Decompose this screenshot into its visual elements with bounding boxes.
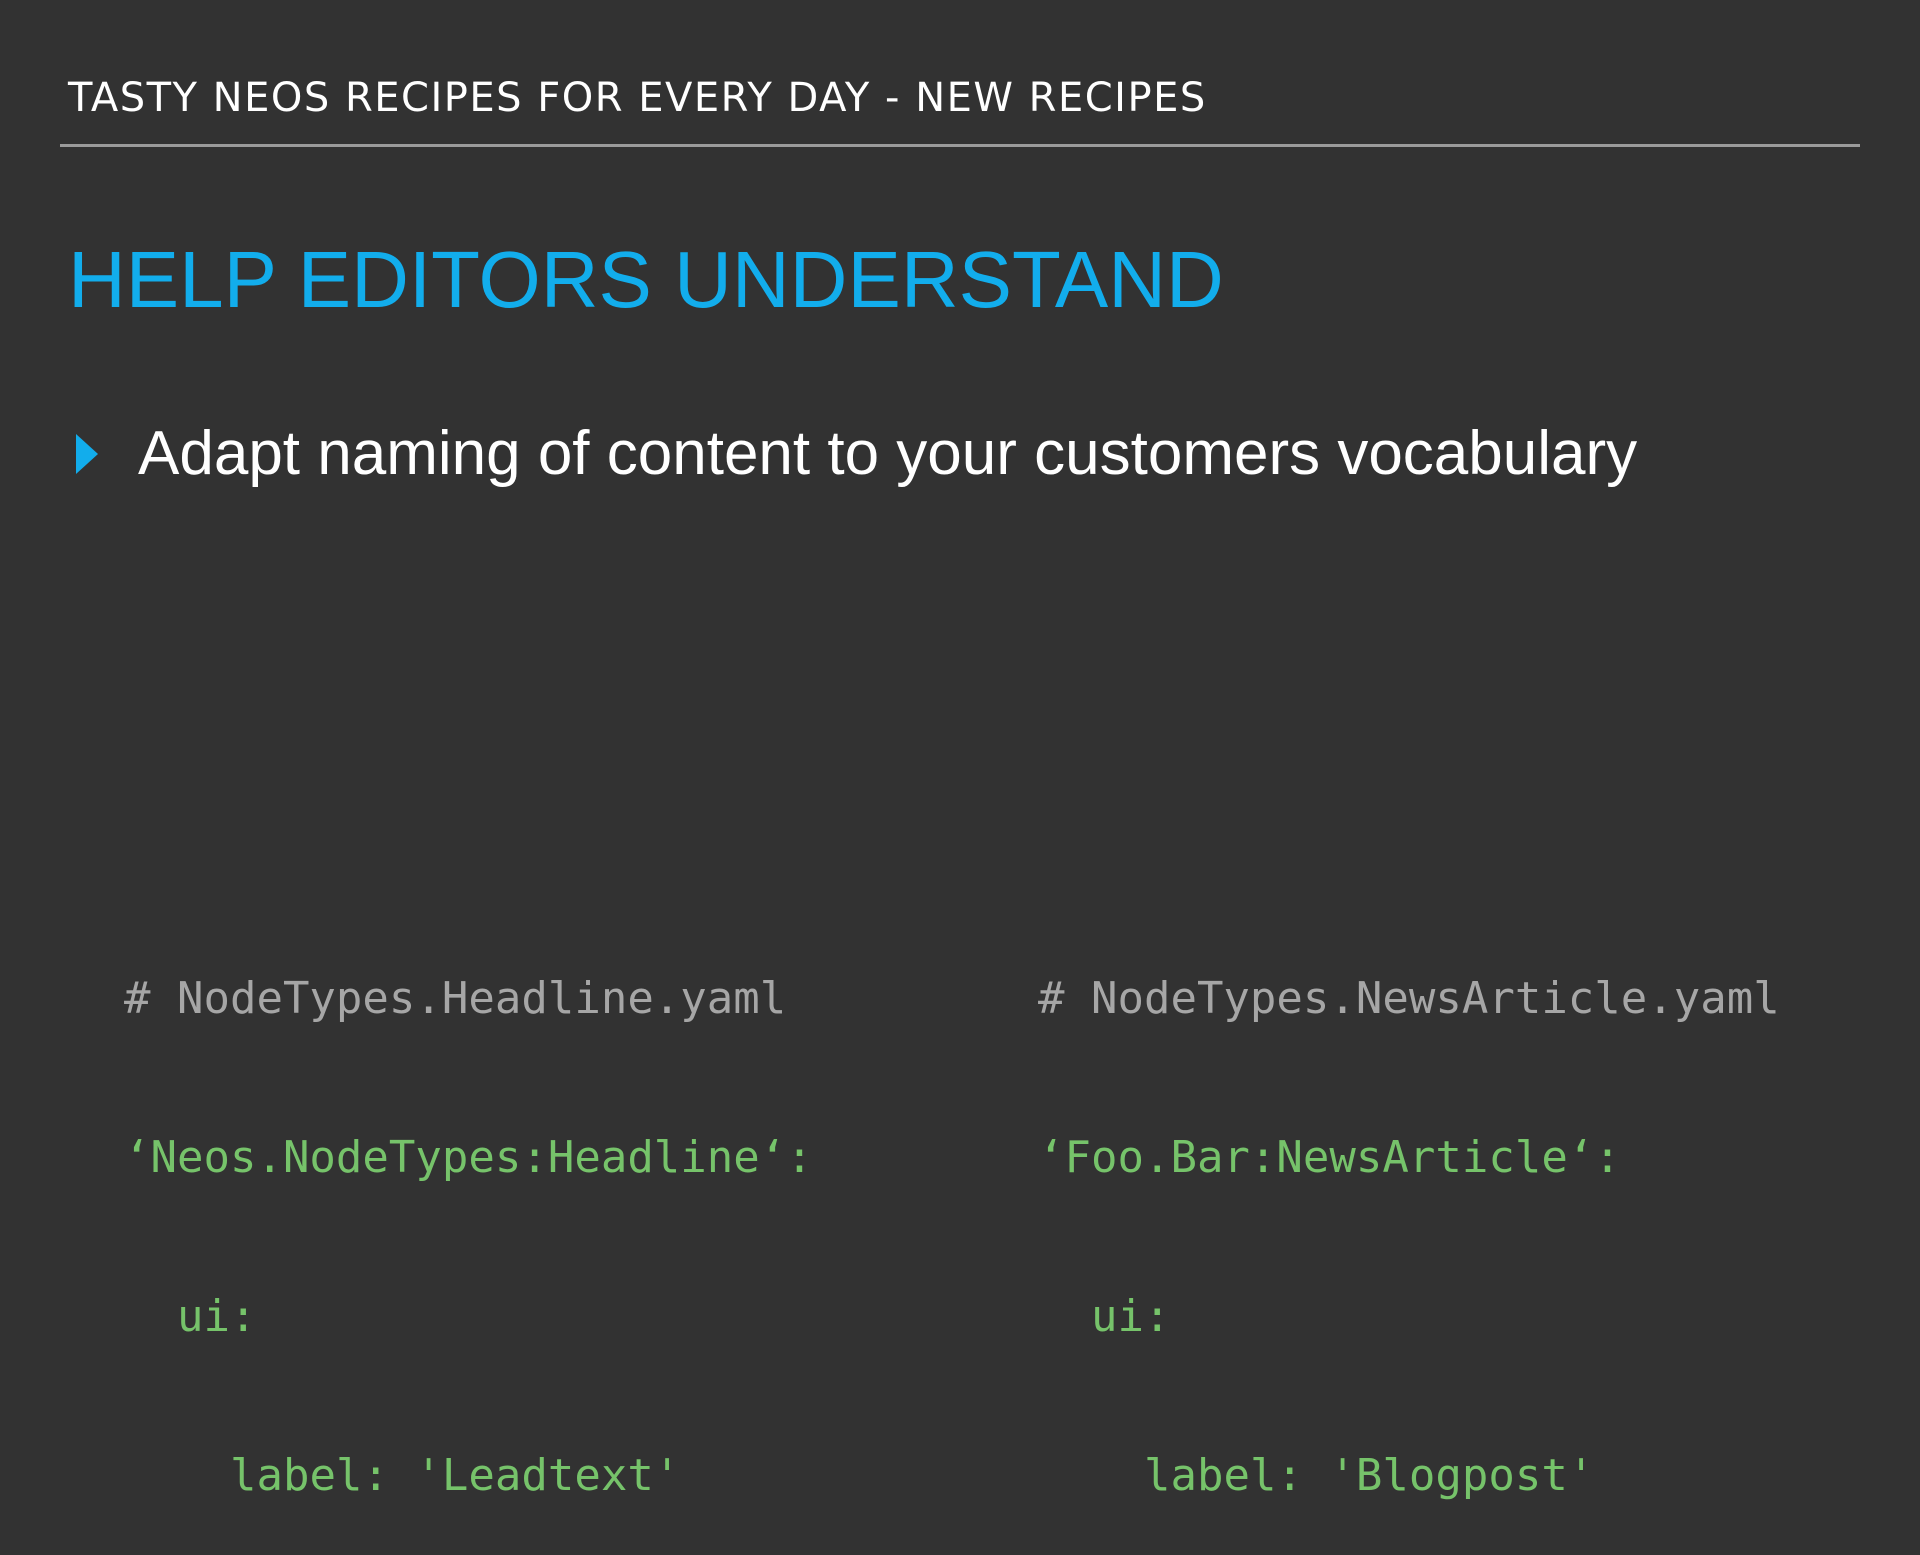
code-ui-key: ui: (1091, 1291, 1171, 1342)
code-comment: # NodeTypes.Headline.yaml (124, 973, 787, 1024)
code-block-headline: # NodeTypes.Headline.yaml ‘Neos.NodeType… (124, 866, 813, 1555)
header-divider (60, 144, 1860, 147)
code-node-type: ‘Foo.Bar:NewsArticle‘: (1038, 1132, 1621, 1183)
code-block-news-article: # NodeTypes.NewsArticle.yaml ‘Foo.Bar:Ne… (1038, 866, 1780, 1555)
slide-title: HELP EDITORS UNDERSTAND (68, 235, 1224, 324)
bullet-item: Adapt naming of content to your customer… (76, 414, 1637, 494)
code-label-line: label: 'Leadtext' (230, 1450, 681, 1501)
presentation-header-title: TASTY NEOS RECIPES FOR EVERY DAY - NEW R… (68, 75, 1207, 121)
code-ui-key: ui: (177, 1291, 257, 1342)
code-comment: # NodeTypes.NewsArticle.yaml (1038, 973, 1780, 1024)
triangle-right-icon (76, 434, 98, 474)
code-node-type: ‘Neos.NodeTypes:Headline‘: (124, 1132, 813, 1183)
code-label-line: label: 'Blogpost' (1144, 1450, 1595, 1501)
bullet-text: Adapt naming of content to your customer… (138, 419, 1638, 488)
